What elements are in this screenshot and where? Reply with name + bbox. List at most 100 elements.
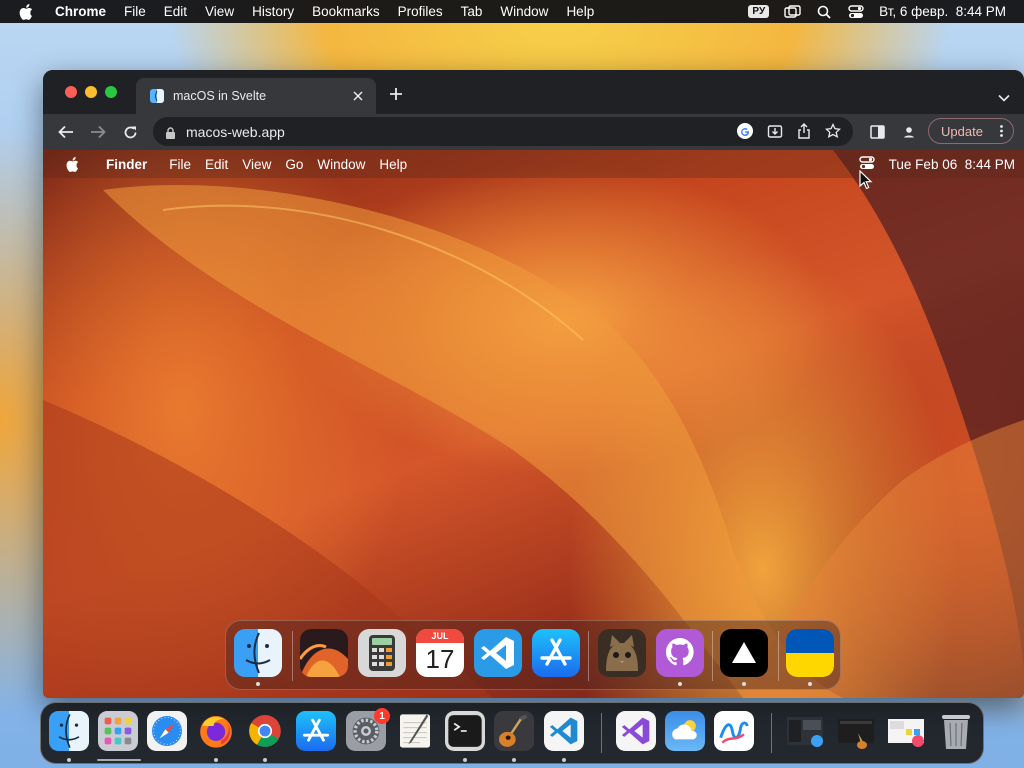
dock-chrome-icon[interactable] [245,711,285,751]
window-close-button[interactable] [65,86,77,98]
web-macos-desktop: Finder File Edit View Go Window Help Tue… [43,150,1024,698]
dock-visual-studio-icon[interactable] [616,711,656,751]
screen-mirroring-icon[interactable] [783,4,801,20]
lock-icon[interactable] [165,126,177,139]
web-dock-wallpapers-icon[interactable] [300,629,348,677]
control-center-icon[interactable] [847,4,865,20]
host-menu-tab[interactable]: Tab [452,4,492,19]
google-lens-icon[interactable] [737,123,753,142]
address-bar[interactable]: macos-web.app [153,117,853,146]
host-clock[interactable]: Вт, 6 февр. 8:44 PM [879,4,1006,19]
web-dock-cat-icon[interactable] [598,629,646,677]
web-clock[interactable]: Tue Feb 06 8:44 PM [889,157,1015,172]
web-menu-help[interactable]: Help [372,157,414,172]
host-menu-file[interactable]: File [115,4,155,19]
calendar-day: 17 [425,644,455,674]
spotlight-search-icon[interactable] [815,4,833,20]
web-dock-separator [712,631,713,681]
dock-freeform-icon[interactable] [714,711,754,751]
tab-close-icon[interactable] [352,90,364,102]
host-dock: 1 [40,702,984,764]
mouse-cursor-icon [859,169,873,190]
web-menu-go[interactable]: Go [278,157,310,172]
dock-terminal-icon[interactable] [445,711,485,751]
dock-textedit-icon[interactable] [395,711,435,751]
web-dock-running-indicator [742,682,746,686]
web-dock-calculator-icon[interactable] [358,629,406,677]
web-dock-separator [778,631,779,681]
window-minimize-button[interactable] [85,86,97,98]
dock-launchpad-icon[interactable] [98,711,138,751]
dock-finder-icon[interactable] [49,711,89,751]
web-dock-finder-icon[interactable] [234,629,282,677]
host-menubar: Chrome File Edit View History Bookmarks … [0,0,1024,23]
web-dock-running-indicator [256,682,260,686]
host-menu-app-name[interactable]: Chrome [46,4,115,19]
web-dock-running-indicator [808,682,812,686]
web-menu-file[interactable]: File [162,157,198,172]
dock-appstore-icon[interactable] [296,711,336,751]
host-dock-separator [601,713,602,753]
host-menu-history[interactable]: History [243,4,303,19]
update-chrome-button[interactable]: Update [928,118,1014,144]
dock-running-indicator [512,758,516,762]
dock-running-indicator [214,758,218,762]
web-apple-menu-icon[interactable] [65,156,79,172]
finder-favicon-icon [150,89,164,103]
chrome-window: macOS in Svelte macos-web.app Update Fin… [43,70,1024,698]
tab-macos-in-svelte[interactable]: macOS in Svelte [136,78,376,114]
new-tab-icon[interactable] [389,87,403,101]
web-menu-view[interactable]: View [235,157,278,172]
more-menu-icon[interactable] [1000,125,1003,137]
dock-running-indicator [562,758,566,762]
host-dock-separator [771,713,772,753]
dock-firefox-icon[interactable] [196,711,236,751]
url-text[interactable]: macos-web.app [186,124,285,140]
tab-title: macOS in Svelte [173,89,267,103]
browser-toolbar: macos-web.app Update [43,114,1024,150]
dock-garageband-icon[interactable] [494,711,534,751]
dock-trash-icon[interactable] [936,711,976,751]
web-menu-window[interactable]: Window [310,157,372,172]
profile-avatar-icon[interactable] [900,123,918,141]
web-dock-separator [292,631,293,681]
host-menu-help[interactable]: Help [557,4,603,19]
web-menu-finder[interactable]: Finder [99,157,154,172]
tab-search-chevron-icon[interactable] [998,89,1010,102]
web-dock-vercel-icon[interactable] [720,629,768,677]
install-app-icon[interactable] [767,123,783,142]
dock-weather-icon[interactable] [665,711,705,751]
web-dock-vscode-icon[interactable] [474,629,522,677]
apple-menu-icon[interactable] [18,3,34,20]
tab-strip: macOS in Svelte [43,70,1024,114]
dock-running-indicator [67,758,71,762]
back-arrow-icon[interactable] [57,123,75,141]
side-panel-icon[interactable] [868,123,886,141]
reload-icon[interactable] [121,123,139,141]
dock-vscode-icon[interactable] [544,711,584,751]
web-dock-appstore-icon[interactable] [532,629,580,677]
calendar-month: JUL [416,629,464,643]
share-icon[interactable] [797,123,811,142]
web-dock-calendar-icon[interactable]: JUL 17 [416,629,464,677]
host-menu-bookmarks[interactable]: Bookmarks [303,4,389,19]
window-zoom-button[interactable] [105,86,117,98]
host-menu-window[interactable]: Window [491,4,557,19]
web-dock: JUL 17 [225,620,841,690]
web-menu-edit[interactable]: Edit [198,157,235,172]
dock-window-thumbnail-icon[interactable] [785,711,825,751]
web-dock-ukraine-flag-icon[interactable] [786,629,834,677]
input-language-badge[interactable]: РУ [748,5,770,18]
ventura-wallpaper [43,150,1024,698]
host-menu-profiles[interactable]: Profiles [389,4,452,19]
web-dock-github-icon[interactable] [656,629,704,677]
web-menubar: Finder File Edit View Go Window Help Tue… [43,150,1024,178]
bookmark-star-icon[interactable] [824,122,842,142]
dock-window-thumbnail-icon[interactable] [886,711,926,751]
host-menu-view[interactable]: View [196,4,243,19]
host-menu-edit[interactable]: Edit [155,4,196,19]
forward-arrow-icon[interactable] [89,123,107,141]
dock-scroll-indicator [97,759,141,761]
dock-safari-icon[interactable] [147,711,187,751]
dock-window-thumbnail-icon[interactable] [836,711,876,751]
